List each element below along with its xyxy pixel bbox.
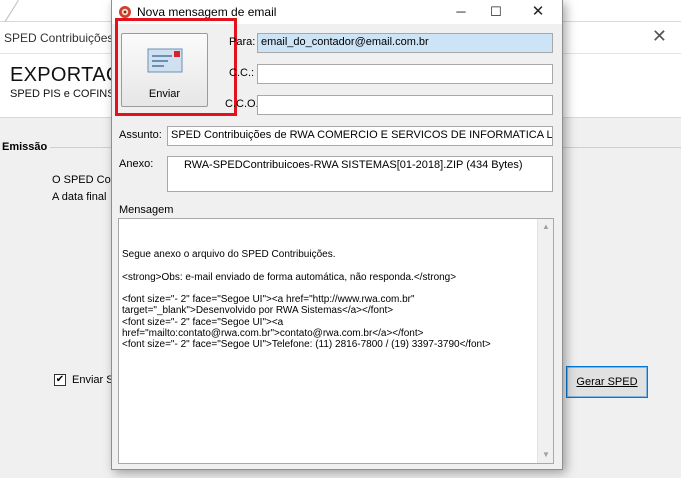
to-field[interactable]: email_do_contador@email.com.br (257, 33, 553, 53)
info-text-line-2: A data final (52, 191, 107, 203)
attachment-label: Anexo: (119, 158, 154, 170)
highlight-box (115, 18, 237, 116)
background-divider (4, 0, 19, 23)
close-icon[interactable]: ✕ (521, 0, 555, 24)
message-label: Mensagem (119, 204, 174, 216)
subject-label: Assunto: (119, 129, 162, 141)
message-textarea[interactable]: Segue anexo o arquivo do SPED Contribuiç… (118, 218, 554, 464)
page-subheading: SPED PIS e COFINS (10, 88, 115, 100)
generate-sped-label: Gerar SPED (576, 376, 638, 388)
background-window-title: SPED Contribuições (4, 31, 114, 45)
cco-field[interactable] (257, 95, 553, 115)
attachment-field[interactable]: RWA-SPEDContribuicoes-RWA SISTEMAS[01-20… (167, 156, 553, 192)
cc-field[interactable] (257, 64, 553, 84)
to-label: Para: (229, 36, 256, 48)
message-body: Segue anexo o arquivo do SPED Contribuiç… (122, 249, 491, 351)
scroll-down-icon[interactable]: ▼ (538, 447, 554, 463)
cc-label: C.C.: (229, 67, 255, 79)
minimize-icon[interactable]: ─ (444, 0, 478, 24)
app-logo-icon (119, 6, 131, 18)
subject-field[interactable]: SPED Contribuições de RWA COMERCIO E SER… (167, 126, 553, 146)
info-text-line-1: O SPED Co (52, 174, 111, 186)
email-dialog: Nova mensagem de email ─ ☐ ✕ Enviar Para… (111, 0, 563, 470)
generate-sped-button[interactable]: Gerar SPED (566, 366, 648, 398)
section-label-emissao: Emissão (2, 141, 48, 153)
background-close-icon[interactable]: ✕ (652, 26, 667, 47)
send-checkbox-label: Enviar S (72, 374, 114, 386)
dialog-title: Nova mensagem de email (137, 5, 277, 19)
message-scrollbar[interactable]: ▲ ▼ (537, 219, 553, 463)
send-checkbox[interactable]: ✔ (54, 374, 66, 386)
maximize-icon[interactable]: ☐ (479, 0, 513, 24)
scroll-up-icon[interactable]: ▲ (538, 219, 554, 235)
